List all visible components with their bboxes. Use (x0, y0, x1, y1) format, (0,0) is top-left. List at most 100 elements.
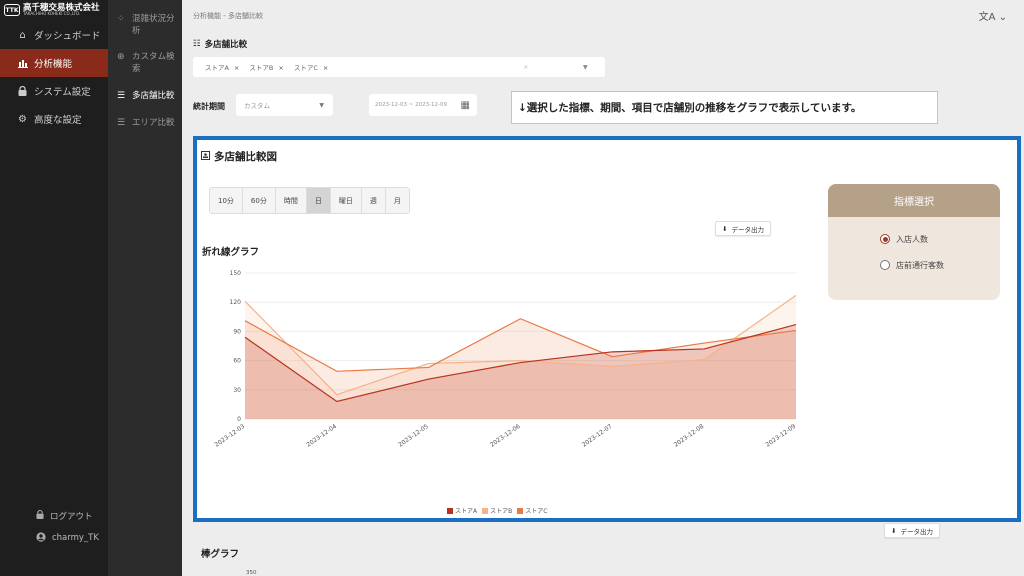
granularity-toggle: 10分 60分 時間 日 曜日 週 月 (209, 187, 410, 214)
settings-icon: ⚙ (18, 113, 27, 125)
legend-item[interactable]: ストアA (447, 506, 477, 515)
date-range-picker[interactable]: 2023-12-03 ~ 2023-12-09 ▦ (369, 94, 477, 116)
store-chip-label: ストアC (293, 64, 318, 72)
download-icon: ⬇ (891, 526, 897, 535)
period-select-value: カスタム (244, 102, 270, 110)
store-multiselect[interactable]: ストアA × ストアB × ストアC × × ▼ (193, 57, 605, 77)
chip-remove-icon[interactable]: × (323, 64, 328, 72)
clear-all-icon[interactable]: × (523, 63, 528, 71)
x-tick-label: 2023-12-05 (397, 423, 430, 449)
y-tick-label: 0 (237, 416, 241, 423)
sidebar-item-advanced-settings[interactable]: ⚙ 高度な設定 (0, 105, 108, 133)
main-sidebar: TTK 高千穂交易株式会社 TAKACHIHO KOHEKI CO.,LTD. … (0, 0, 108, 576)
dots-icon: ⁘ (117, 14, 125, 24)
breadcrumb: 分析機能 - 多店舗比較 (193, 12, 263, 20)
legend-swatch (447, 507, 453, 514)
y-tick-label: 120 (230, 299, 242, 306)
info-callout: ↓選択した指標、期間、項目で店舗別の推移をグラフで表示しています。 (511, 91, 938, 124)
y-tick-label: 90 (233, 328, 241, 335)
brand: TTK 高千穂交易株式会社 TAKACHIHO KOHEKI CO.,LTD. (0, 0, 108, 20)
home-icon: ⌂ (19, 29, 26, 41)
bar-export-button[interactable]: ⬇ データ出力 (884, 523, 940, 538)
subnav-item-custom-search[interactable]: ⊕ カスタム検索 (108, 51, 182, 75)
chip-remove-icon[interactable]: × (278, 64, 283, 72)
bar-chart-title: 棒グラフ (201, 549, 240, 560)
subnav-item-area-compare[interactable]: ☰ エリア比較 (108, 117, 179, 129)
lock-icon (17, 86, 28, 97)
sidebar-item-dashboard[interactable]: ⌂ ダッシュボード (0, 21, 108, 49)
store-chip: ストアA × (205, 62, 239, 72)
indicator-option-label: 入店人数 (896, 234, 928, 244)
indicator-title: 指標選択 (828, 184, 1000, 217)
export-label: データ出力 (900, 527, 933, 536)
subnav-item-label: エリア比較 (132, 118, 175, 128)
store-chip: ストアB × (249, 62, 283, 72)
database-icon: ☰ (117, 91, 126, 101)
y-tick-label: 30 (233, 387, 241, 394)
indicator-option-entries[interactable]: 入店人数 (828, 226, 1000, 252)
chart-frame-icon (201, 150, 210, 163)
section-title: ☷ 多店舗比較 (193, 38, 247, 50)
line-export-button[interactable]: ⬇ データ出力 (715, 221, 771, 236)
logout-button[interactable]: ログアウト (0, 505, 108, 527)
calendar-icon: ▦ (460, 99, 470, 111)
download-icon: ⬇ (722, 224, 728, 233)
x-tick-label: 2023-12-09 (765, 423, 798, 449)
indicator-option-label: 店前通行客数 (896, 260, 944, 270)
granularity-hour[interactable]: 時間 (275, 188, 307, 213)
granularity-weekday[interactable]: 曜日 (330, 188, 362, 213)
legend-item[interactable]: ストアB (482, 506, 512, 515)
main-content: 分析機能 - 多店舗比較 文A ⌄ ☷ 多店舗比較 ストアA × ストアB × スト… (182, 0, 1024, 576)
indicator-option-passersby[interactable]: 店前通行客数 (828, 252, 1000, 278)
period-select[interactable]: カスタム ▼ (236, 94, 333, 116)
company-sub: TAKACHIHO KOHEKI CO.,LTD. (23, 11, 81, 17)
subnav-item-multi-store[interactable]: ☰ 多店舗比較 (108, 90, 179, 102)
bar-chart-icon (17, 58, 28, 69)
chart-legend: ストアA ストアB ストアC (447, 506, 547, 515)
user-account[interactable]: charmy_TK (0, 527, 108, 549)
period-label: 統計期間 (193, 102, 225, 111)
x-tick-label: 2023-12-08 (673, 423, 706, 449)
card-title-text: 多店舗比較図 (214, 151, 277, 163)
radio-checked-icon[interactable] (880, 234, 890, 244)
x-tick-label: 2023-12-06 (489, 423, 522, 449)
user-avatar-icon (36, 531, 46, 545)
indicator-panel: 指標選択 入店人数 店前通行客数 (828, 184, 1000, 300)
radio-unchecked-icon[interactable] (880, 260, 890, 270)
chevron-down-icon: ▼ (319, 101, 324, 109)
lock-icon (36, 509, 44, 522)
chevron-down-icon[interactable]: ▼ (583, 64, 588, 71)
section-title-text: 多店舗比較 (204, 40, 248, 50)
x-tick-label: 2023-12-07 (581, 423, 614, 449)
legend-swatch (517, 507, 524, 514)
subnav-item-label: 混雑状況分析 (132, 14, 175, 36)
legend-swatch (482, 507, 489, 514)
x-tick-label: 2023-12-03 (214, 423, 247, 449)
y-tick-label: 60 (233, 358, 241, 365)
database-icon: ☰ (117, 118, 126, 128)
sidebar-item-label: 高度な設定 (34, 115, 82, 126)
date-range-value: 2023-12-03 ~ 2023-12-09 (375, 102, 448, 108)
subnav-item-label: カスタム検索 (132, 52, 175, 74)
bar-y-tick: 350 (246, 570, 257, 576)
granularity-week[interactable]: 週 (361, 188, 386, 213)
legend-label: ストアB (490, 508, 513, 515)
granularity-60min[interactable]: 60分 (242, 188, 276, 213)
legend-label: ストアC (525, 508, 548, 515)
card-title: 多店舗比較図 (201, 149, 277, 164)
sidebar-item-analysis[interactable]: 分析機能 (0, 49, 108, 77)
store-chip: ストアC × (294, 62, 329, 72)
logout-label: ログアウト (50, 512, 93, 522)
sidebar-item-system-settings[interactable]: システム設定 (0, 77, 108, 105)
subnav-item-congestion[interactable]: ⁘ 混雑状況分析 (108, 13, 182, 37)
granularity-day[interactable]: 日 (306, 188, 331, 213)
custom-search-icon: ⊕ (117, 52, 125, 62)
granularity-10min[interactable]: 10分 (210, 188, 243, 213)
granularity-month[interactable]: 月 (385, 188, 409, 213)
store-chip-label: ストアB (249, 64, 274, 72)
translate-icon[interactable]: 文A ⌄ (979, 8, 1007, 23)
chip-remove-icon[interactable]: × (234, 64, 239, 72)
legend-item[interactable]: ストアC (517, 506, 547, 515)
x-tick-label: 2023-12-04 (305, 423, 338, 449)
export-label: データ出力 (731, 225, 764, 234)
